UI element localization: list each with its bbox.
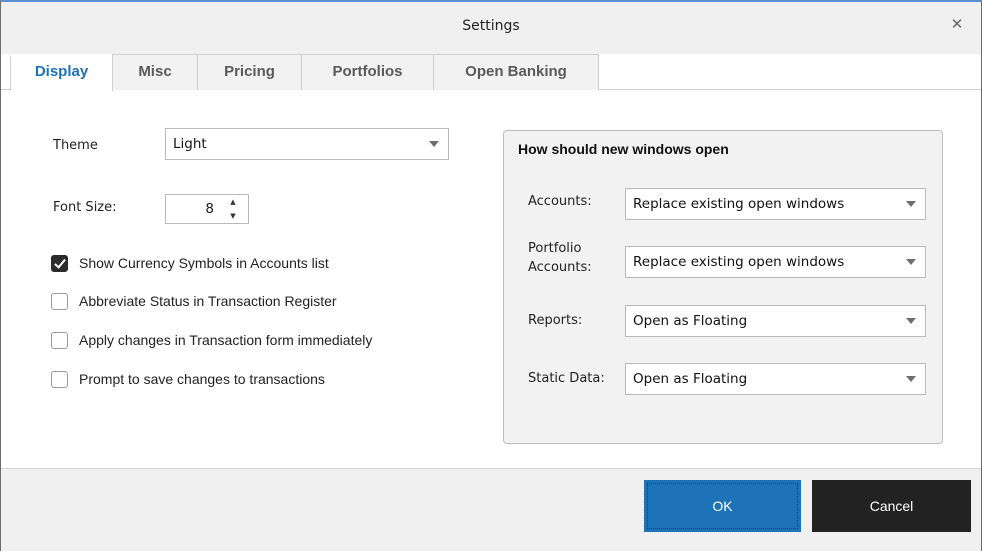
close-icon[interactable]: ✕ [947, 14, 967, 34]
cancel-button[interactable]: Cancel [812, 480, 971, 532]
checkbox-label: Show Currency Symbols in Accounts list [79, 255, 329, 271]
font-size-label: Font Size: [53, 200, 117, 215]
tab-display[interactable]: Display [10, 54, 113, 91]
static-data-value: Open as Floating [633, 371, 748, 387]
tab-portfolios[interactable]: Portfolios [301, 54, 434, 90]
portfolio-accounts-value: Replace existing open windows [633, 254, 845, 270]
accounts-label: Accounts: [528, 194, 592, 209]
new-windows-groupbox: How should new windows open Accounts: Re… [503, 130, 943, 444]
increment-icon[interactable]: ▲ [218, 195, 248, 209]
chevron-down-icon [906, 259, 916, 265]
tab-misc[interactable]: Misc [112, 54, 198, 90]
theme-value: Light [173, 136, 207, 152]
decrement-icon[interactable]: ▼ [218, 209, 248, 223]
static-data-label: Static Data: [528, 371, 605, 386]
theme-select[interactable]: Light [165, 128, 449, 160]
reports-label: Reports: [528, 313, 583, 328]
tab-pricing[interactable]: Pricing [197, 54, 302, 90]
font-size-input[interactable]: 8 [166, 195, 218, 223]
reports-select[interactable]: Open as Floating [625, 305, 926, 337]
accounts-value: Replace existing open windows [633, 196, 845, 212]
settings-dialog: Settings ✕ Display Misc Pricing Portfoli… [0, 0, 982, 551]
tab-open-banking[interactable]: Open Banking [433, 54, 599, 90]
checkbox-unchecked-icon[interactable] [51, 371, 68, 388]
chevron-down-icon [906, 318, 916, 324]
checkbox-label: Apply changes in Transaction form immedi… [79, 332, 373, 348]
checkbox-checked-icon[interactable] [51, 255, 68, 272]
groupbox-title: How should new windows open [518, 141, 729, 157]
accounts-select[interactable]: Replace existing open windows [625, 188, 926, 220]
portfolio-accounts-select[interactable]: Replace existing open windows [625, 246, 926, 278]
static-data-select[interactable]: Open as Floating [625, 363, 926, 395]
stepper-buttons: ▲ ▼ [218, 195, 248, 223]
chevron-down-icon [429, 141, 439, 147]
portfolio-accounts-label: Portfolio Accounts: [528, 241, 592, 275]
chevron-down-icon [906, 376, 916, 382]
font-size-stepper[interactable]: 8 ▲ ▼ [165, 194, 249, 224]
ok-button[interactable]: OK [644, 480, 801, 532]
window-title: Settings [462, 18, 520, 34]
tab-strip: Display Misc Pricing Portfolios Open Ban… [1, 54, 981, 91]
checkbox-label: Abbreviate Status in Transaction Registe… [79, 293, 337, 309]
checkbox-label: Prompt to save changes to transactions [79, 371, 325, 387]
reports-value: Open as Floating [633, 313, 748, 329]
checkbox-unchecked-icon[interactable] [51, 332, 68, 349]
title-bar: Settings ✕ [1, 2, 981, 54]
chevron-down-icon [906, 201, 916, 207]
theme-label: Theme [53, 138, 98, 153]
checkbox-unchecked-icon[interactable] [51, 293, 68, 310]
